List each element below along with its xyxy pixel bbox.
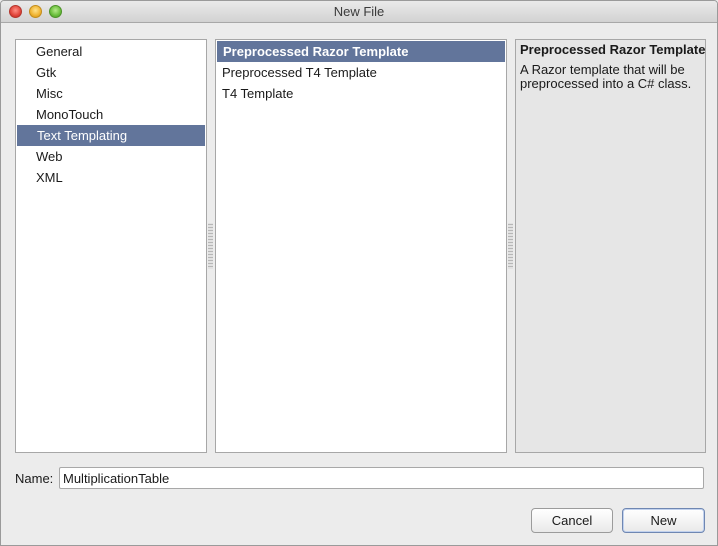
title-bar[interactable]: New File bbox=[1, 1, 717, 23]
template-details-panel: Preprocessed Razor Template A Razor temp… bbox=[515, 39, 706, 453]
pane-splitter-handle[interactable] bbox=[208, 223, 213, 269]
details-title: Preprocessed Razor Template bbox=[520, 42, 706, 57]
window-title: New File bbox=[333, 4, 385, 19]
pane-splitter-handle[interactable] bbox=[508, 223, 513, 269]
category-item-general[interactable]: General bbox=[16, 41, 206, 62]
category-item-text-templating[interactable]: Text Templating bbox=[17, 125, 205, 146]
category-item-xml[interactable]: XML bbox=[16, 167, 206, 188]
template-list[interactable]: Preprocessed Razor Template Preprocessed… bbox=[215, 39, 507, 453]
new-button[interactable]: New bbox=[622, 508, 705, 533]
template-item-t4[interactable]: T4 Template bbox=[216, 83, 506, 104]
details-description: A Razor template that will be preprocess… bbox=[520, 62, 692, 91]
category-item-gtk[interactable]: Gtk bbox=[16, 62, 206, 83]
cancel-button[interactable]: Cancel bbox=[531, 508, 613, 533]
template-item-preprocessed-t4[interactable]: Preprocessed T4 Template bbox=[216, 62, 506, 83]
name-label: Name: bbox=[15, 471, 54, 486]
category-item-misc[interactable]: Misc bbox=[16, 83, 206, 104]
new-file-dialog: New File General Gtk Misc MonoTouch Text… bbox=[0, 0, 718, 546]
category-item-web[interactable]: Web bbox=[16, 146, 206, 167]
category-item-monotouch[interactable]: MonoTouch bbox=[16, 104, 206, 125]
name-input[interactable] bbox=[59, 467, 704, 489]
template-item-preprocessed-razor[interactable]: Preprocessed Razor Template bbox=[217, 41, 505, 62]
category-list[interactable]: General Gtk Misc MonoTouch Text Templati… bbox=[15, 39, 207, 453]
